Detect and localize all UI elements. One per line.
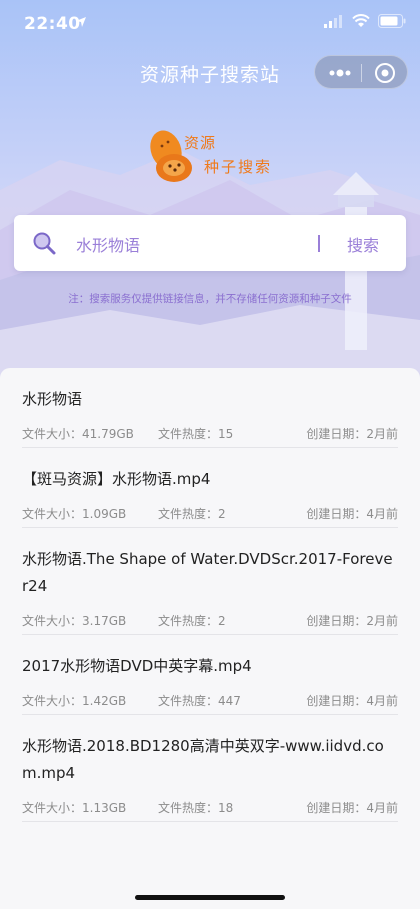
signal-icon bbox=[324, 15, 342, 28]
result-title[interactable]: 【斑马资源】水形物语.mp4 bbox=[22, 448, 398, 493]
results-list: 水形物语 文件大小：41.79GB 文件热度：15 创建日期：2月前 【斑马资源… bbox=[0, 368, 420, 909]
list-item[interactable]: 2017水形物语DVD中英字幕.mp4 文件大小：1.42GB 文件热度：447… bbox=[22, 635, 398, 715]
file-heat: 文件热度：18 bbox=[158, 801, 234, 815]
result-meta: 文件大小：1.13GB 文件热度：18 创建日期：4月前 bbox=[22, 799, 398, 821]
file-heat: 文件热度：15 bbox=[158, 427, 234, 441]
battery-icon bbox=[378, 14, 406, 28]
logo-text-line1: 资源 bbox=[184, 134, 217, 152]
search-divider bbox=[318, 235, 320, 252]
logo-text-line2: 种子搜索 bbox=[204, 158, 273, 176]
home-indicator[interactable] bbox=[135, 895, 285, 900]
created-date: 创建日期：4月前 bbox=[306, 801, 398, 815]
more-dots-icon[interactable] bbox=[325, 63, 355, 83]
close-target-icon[interactable] bbox=[373, 61, 397, 85]
search-icon bbox=[33, 232, 56, 255]
list-item[interactable]: 水形物语 文件大小：41.79GB 文件热度：15 创建日期：2月前 bbox=[22, 368, 398, 448]
file-size: 文件大小：3.17GB bbox=[22, 614, 127, 628]
status-time: 22:40 bbox=[24, 14, 81, 34]
file-size: 文件大小：1.13GB bbox=[22, 801, 127, 815]
disclaimer-notice: 注：搜索服务仅提供链接信息，并不存储任何资源和种子文件 bbox=[68, 293, 352, 305]
created-date: 创建日期：4月前 bbox=[306, 507, 398, 521]
result-meta: 文件大小：1.42GB 文件热度：447 创建日期：4月前 bbox=[22, 692, 398, 714]
file-size: 文件大小：1.42GB bbox=[22, 694, 127, 708]
result-title[interactable]: 2017水形物语DVD中英字幕.mp4 bbox=[22, 635, 398, 680]
result-title[interactable]: 水形物语.2018.BD1280高清中英双字-www.iidvd.com.mp4 bbox=[22, 715, 398, 787]
file-size: 文件大小：1.09GB bbox=[22, 507, 127, 521]
file-heat: 文件热度：2 bbox=[158, 507, 226, 521]
list-item[interactable]: 水形物语.2018.BD1280高清中英双字-www.iidvd.com.mp4… bbox=[22, 715, 398, 822]
search-input[interactable]: 水形物语 bbox=[76, 232, 140, 256]
capsule-divider bbox=[361, 64, 362, 82]
result-meta: 文件大小：41.79GB 文件热度：15 创建日期：2月前 bbox=[22, 425, 398, 447]
status-bar: 22:40 bbox=[0, 0, 420, 48]
file-size: 文件大小：41.79GB bbox=[22, 427, 134, 441]
result-title[interactable]: 水形物语 bbox=[22, 368, 398, 413]
result-meta: 文件大小：1.09GB 文件热度：2 创建日期：4月前 bbox=[22, 505, 398, 527]
file-heat: 文件热度：447 bbox=[158, 694, 241, 708]
list-item[interactable]: 【斑马资源】水形物语.mp4 文件大小：1.09GB 文件热度：2 创建日期：4… bbox=[22, 448, 398, 528]
result-title[interactable]: 水形物语.The Shape of Water.DVDScr.2017-Fore… bbox=[22, 528, 398, 600]
list-item[interactable]: 水形物语.The Shape of Water.DVDScr.2017-Fore… bbox=[22, 528, 398, 635]
wifi-icon bbox=[352, 14, 370, 27]
search-bar[interactable]: 水形物语 搜索 bbox=[14, 215, 406, 271]
location-arrow-icon bbox=[76, 17, 86, 27]
mini-program-capsule bbox=[314, 55, 408, 89]
created-date: 创建日期：4月前 bbox=[306, 694, 398, 708]
created-date: 创建日期：2月前 bbox=[306, 427, 398, 441]
search-button[interactable]: 搜索 bbox=[347, 232, 379, 256]
result-meta: 文件大小：3.17GB 文件热度：2 创建日期：2月前 bbox=[22, 612, 398, 634]
created-date: 创建日期：2月前 bbox=[306, 614, 398, 628]
file-heat: 文件热度：2 bbox=[158, 614, 226, 628]
